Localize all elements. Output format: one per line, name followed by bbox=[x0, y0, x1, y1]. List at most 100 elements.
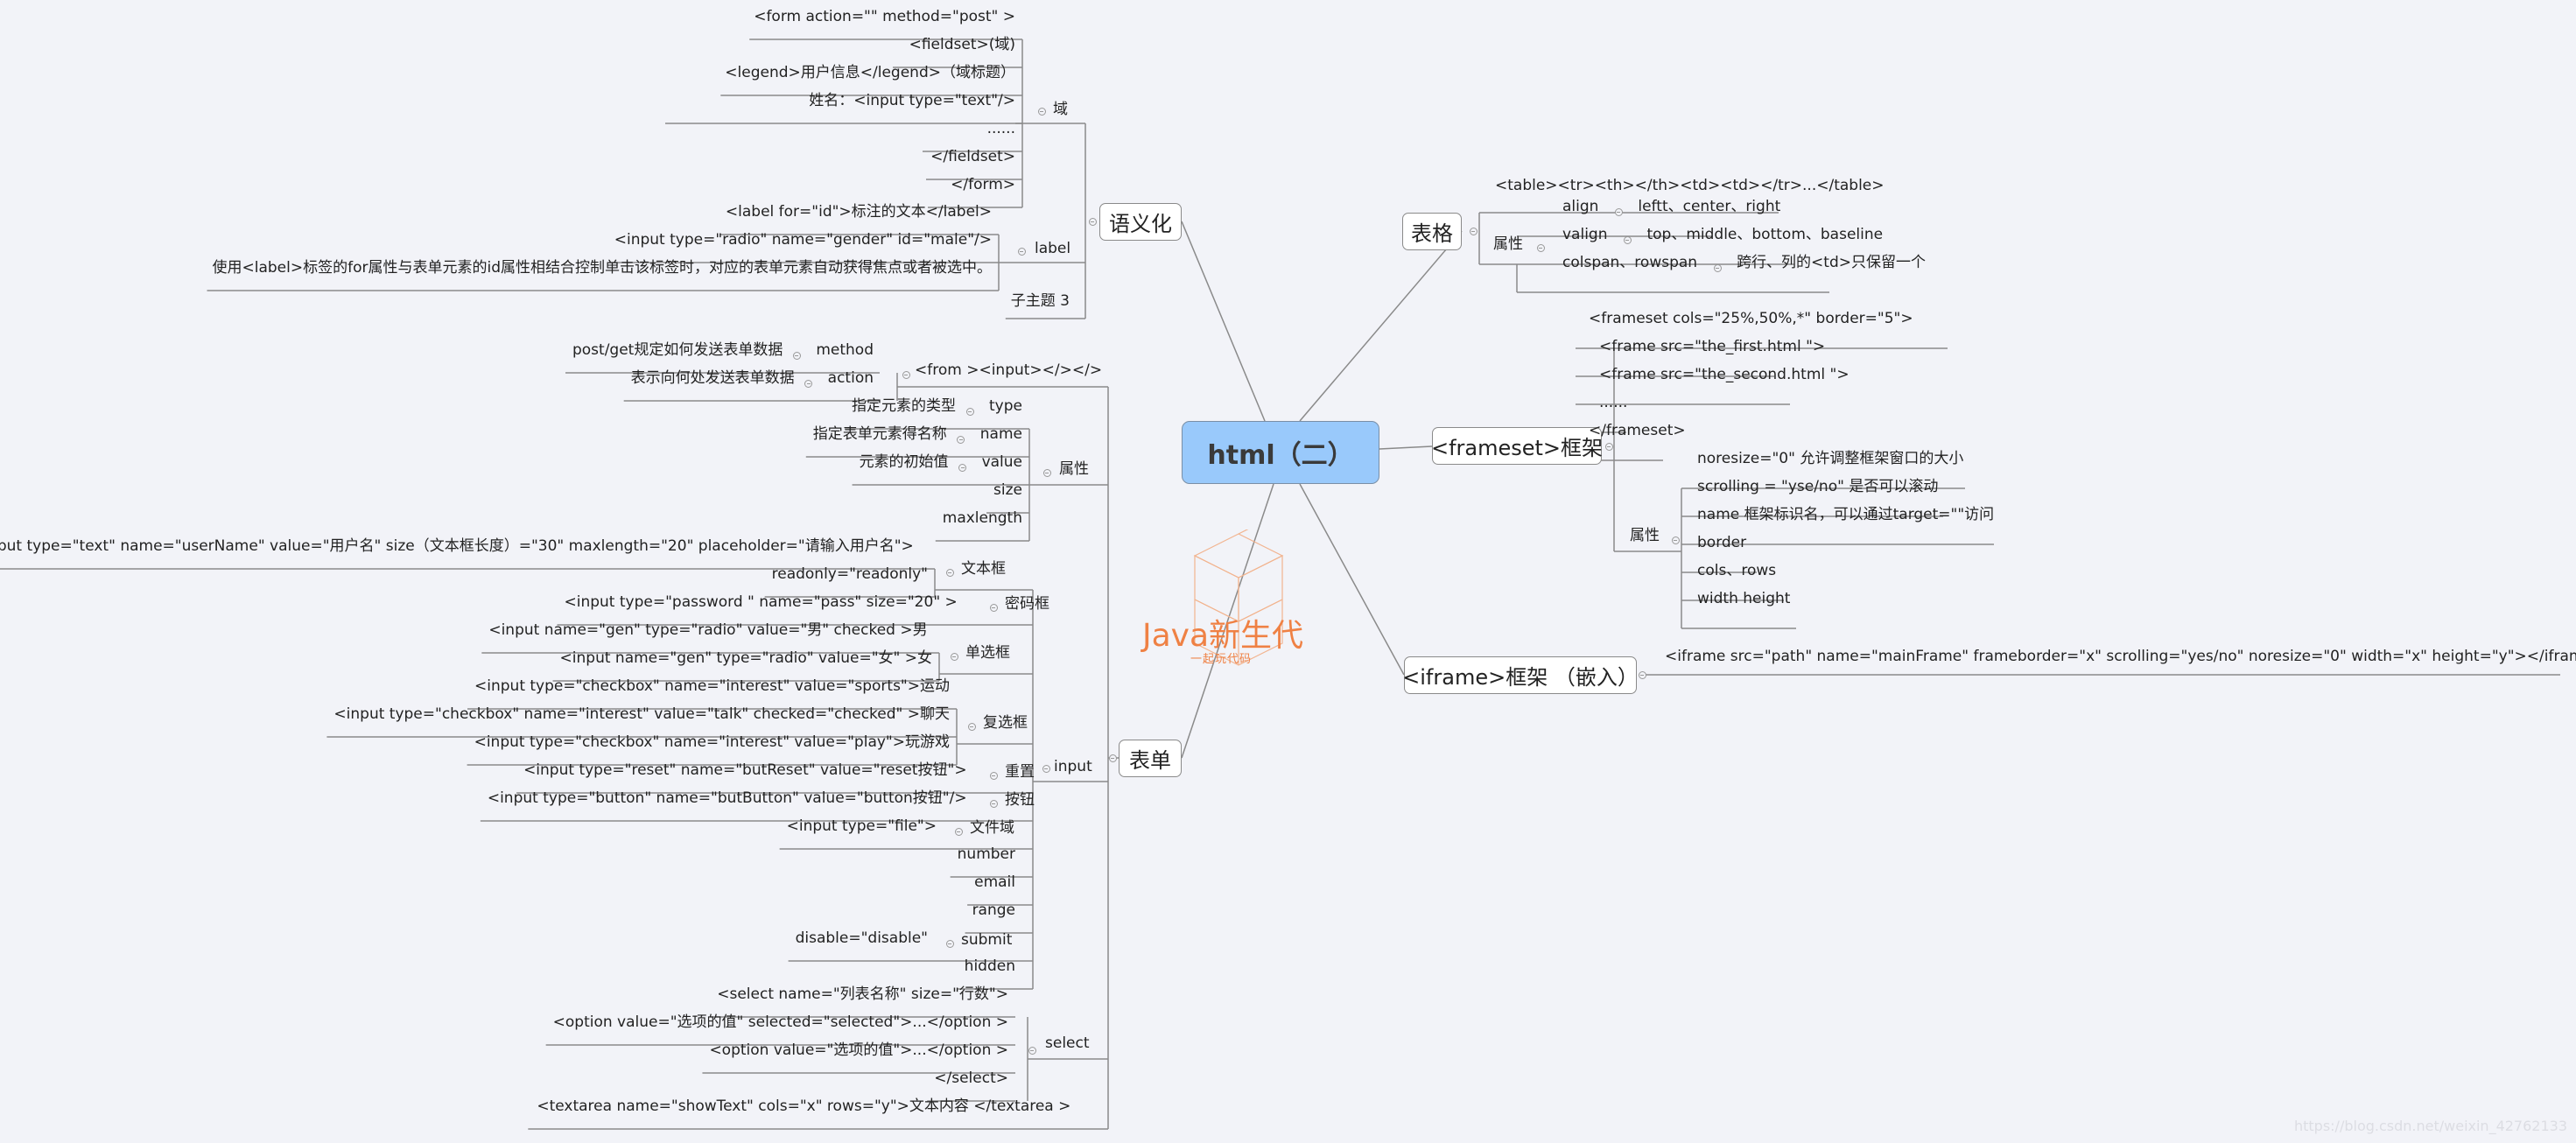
input-type-7[interactable]: number bbox=[958, 845, 1015, 863]
field-item[interactable]: <legend>用户信息</legend>（域标题） bbox=[725, 64, 1015, 81]
form-attr-desc[interactable]: 元素的初始值 bbox=[860, 453, 949, 471]
value-collapse-icon[interactable] bbox=[958, 463, 967, 472]
input-collapse-icon[interactable] bbox=[1042, 764, 1050, 773]
field-item[interactable]: <form action="" method="post" > bbox=[754, 8, 1015, 25]
input-example[interactable]: <input type="text" name="userName" value… bbox=[0, 537, 914, 555]
input-example[interactable]: <input name="gen" type="radio" value="女"… bbox=[560, 649, 932, 667]
frameset-attr[interactable]: cols、rows bbox=[1697, 562, 1776, 579]
form-attr-maxlength[interactable]: maxlength bbox=[943, 509, 1022, 527]
semantic-collapse-icon[interactable] bbox=[1088, 217, 1097, 226]
form-attr-value[interactable]: value bbox=[982, 453, 1022, 471]
table-attr-collapse-icon[interactable] bbox=[1713, 263, 1722, 272]
from-attr-action[interactable]: action bbox=[828, 369, 874, 387]
input-example[interactable]: <input type="password " name="pass" size… bbox=[564, 593, 957, 611]
input-group-collapse-icon[interactable] bbox=[989, 603, 998, 612]
table-attrs-collapse-icon[interactable] bbox=[1536, 243, 1545, 252]
frameset-item[interactable]: ...... bbox=[1599, 394, 1627, 411]
input-group-collapse-icon[interactable] bbox=[945, 568, 954, 577]
input-type-10[interactable]: submit bbox=[961, 931, 1012, 949]
label-group-label[interactable]: label bbox=[1035, 240, 1070, 257]
topic-iframe[interactable]: <iframe>框架 （嵌入） bbox=[1402, 656, 1639, 694]
form-attr-size[interactable]: size bbox=[993, 481, 1022, 499]
action-collapse-icon[interactable] bbox=[804, 379, 813, 388]
input-type-6[interactable]: 文件域 bbox=[970, 819, 1014, 837]
frameset-attrs-collapse-icon[interactable] bbox=[1671, 536, 1680, 544]
select-collapse-icon[interactable] bbox=[1028, 1046, 1036, 1055]
table-collapse-icon[interactable] bbox=[1469, 227, 1478, 235]
input-label[interactable]: input bbox=[1054, 758, 1092, 775]
select-item[interactable]: </select> bbox=[934, 1069, 1008, 1087]
input-type-8[interactable]: email bbox=[974, 873, 1015, 891]
frameset-item[interactable]: <frameset cols="25%,50%,*" border="5"> bbox=[1589, 310, 1913, 327]
table-attr-desc[interactable]: leftt、center、right bbox=[1638, 198, 1780, 215]
topic-semantic[interactable]: 语义化 bbox=[1099, 203, 1182, 241]
field-item[interactable]: ...... bbox=[987, 120, 1015, 137]
table-attr-2[interactable]: colspan、rowspan bbox=[1562, 254, 1697, 271]
input-group-collapse-icon[interactable] bbox=[967, 722, 976, 731]
input-example[interactable]: <input type="file"> bbox=[787, 817, 937, 835]
from-attr-method[interactable]: method bbox=[816, 341, 874, 359]
input-group-collapse-icon[interactable] bbox=[950, 652, 958, 661]
input-type-9[interactable]: range bbox=[972, 901, 1015, 919]
from-label[interactable]: <from ><input></></> bbox=[915, 361, 1102, 379]
frameset-attrs-label[interactable]: 属性 bbox=[1630, 527, 1660, 544]
input-type-3[interactable]: 复选框 bbox=[983, 714, 1028, 732]
input-type-5[interactable]: 按钮 bbox=[1005, 791, 1035, 809]
frameset-attr[interactable]: scrolling = "yse/no" 是否可以滚动 bbox=[1697, 478, 1938, 495]
select-label[interactable]: select bbox=[1045, 1034, 1090, 1052]
input-group-collapse-icon[interactable] bbox=[989, 799, 998, 808]
table-attr-collapse-icon[interactable] bbox=[1623, 235, 1632, 244]
input-group-collapse-icon[interactable] bbox=[989, 771, 998, 780]
table-attr-0[interactable]: align bbox=[1562, 198, 1598, 215]
table-attr-desc[interactable]: 跨行、列的<td>只保留一个 bbox=[1737, 254, 1926, 271]
table-syntax[interactable]: <table><tr><th></th><td><td></tr>...</ta… bbox=[1495, 177, 1885, 194]
frameset-attr[interactable]: noresize="0" 允许调整框架窗口的大小 bbox=[1697, 450, 1963, 467]
select-item[interactable]: <option value="选项的值" selected="selected"… bbox=[553, 1013, 1008, 1031]
input-example[interactable]: <input type="checkbox" name="interest" v… bbox=[474, 733, 950, 751]
field-item[interactable]: </form> bbox=[951, 176, 1015, 193]
frameset-attr[interactable]: name 框架标识名，可以通过target=""访问 bbox=[1697, 506, 1994, 523]
form-attr-desc[interactable]: 指定元素的类型 bbox=[852, 397, 956, 415]
method-collapse-icon[interactable] bbox=[792, 351, 801, 360]
frameset-attr[interactable]: border bbox=[1697, 534, 1746, 551]
frameset-item[interactable]: <frame src="the_second.html "> bbox=[1599, 366, 1850, 383]
input-example[interactable]: disable="disable" bbox=[796, 929, 928, 947]
topic-frameset[interactable]: <frameset>框架 bbox=[1431, 427, 1603, 465]
input-example[interactable]: readonly="readonly" bbox=[772, 565, 928, 583]
subtopic-3[interactable]: 子主题 3 bbox=[1011, 292, 1070, 310]
from-attr-desc[interactable]: post/get规定如何发送表单数据 bbox=[572, 341, 783, 359]
iframe-collapse-icon[interactable] bbox=[1638, 670, 1646, 679]
frameset-item[interactable]: <frame src="the_first.html "> bbox=[1599, 338, 1825, 355]
input-type-11[interactable]: hidden bbox=[965, 957, 1015, 975]
type-collapse-icon[interactable] bbox=[965, 407, 974, 416]
iframe-item[interactable]: <iframe src="path" name="mainFrame" fram… bbox=[1665, 648, 2576, 665]
form-collapse-icon[interactable] bbox=[1108, 754, 1117, 762]
from-attr-desc[interactable]: 表示向何处发送表单数据 bbox=[631, 369, 795, 387]
topic-table[interactable]: 表格 bbox=[1402, 213, 1462, 250]
field-collapse-icon[interactable] bbox=[1037, 107, 1046, 116]
input-group-collapse-icon[interactable] bbox=[954, 827, 963, 836]
form-attr-type[interactable]: type bbox=[989, 397, 1022, 415]
field-label[interactable]: 域 bbox=[1053, 101, 1068, 118]
name-collapse-icon[interactable] bbox=[957, 435, 965, 444]
label-group-item[interactable]: <input type="radio" name="gender" id="ma… bbox=[614, 231, 992, 249]
topic-form[interactable]: 表单 bbox=[1119, 740, 1182, 777]
label-collapse-icon[interactable] bbox=[1017, 247, 1026, 256]
field-item[interactable]: 姓名：<input type="text"/> bbox=[809, 92, 1015, 109]
input-type-0[interactable]: 文本框 bbox=[961, 560, 1006, 578]
attrs-collapse-icon[interactable] bbox=[1042, 468, 1051, 477]
frameset-collapse-icon[interactable] bbox=[1604, 442, 1613, 451]
field-item[interactable]: <fieldset>(域) bbox=[909, 36, 1015, 53]
input-example[interactable]: <input type="reset" name="butReset" valu… bbox=[523, 761, 967, 779]
label-group-item[interactable]: 使用<label>标签的for属性与表单元素的id属性相结合控制单击该标签时，对… bbox=[213, 259, 993, 277]
from-collapse-icon[interactable] bbox=[902, 370, 910, 379]
table-attr-desc[interactable]: top、middle、bottom、baseline bbox=[1646, 226, 1883, 243]
field-item[interactable]: </fieldset> bbox=[930, 148, 1015, 165]
input-example[interactable]: <input type="button" name="butButton" va… bbox=[488, 789, 967, 807]
central-topic[interactable]: html（二） bbox=[1182, 421, 1379, 484]
form-attr-desc[interactable]: 指定表单元素得名称 bbox=[813, 425, 947, 443]
table-attrs-label[interactable]: 属性 bbox=[1493, 235, 1523, 253]
input-example[interactable]: <input type="checkbox" name="interest" v… bbox=[333, 705, 950, 723]
frameset-attr[interactable]: width height bbox=[1697, 590, 1790, 607]
input-group-collapse-icon[interactable] bbox=[945, 939, 954, 948]
